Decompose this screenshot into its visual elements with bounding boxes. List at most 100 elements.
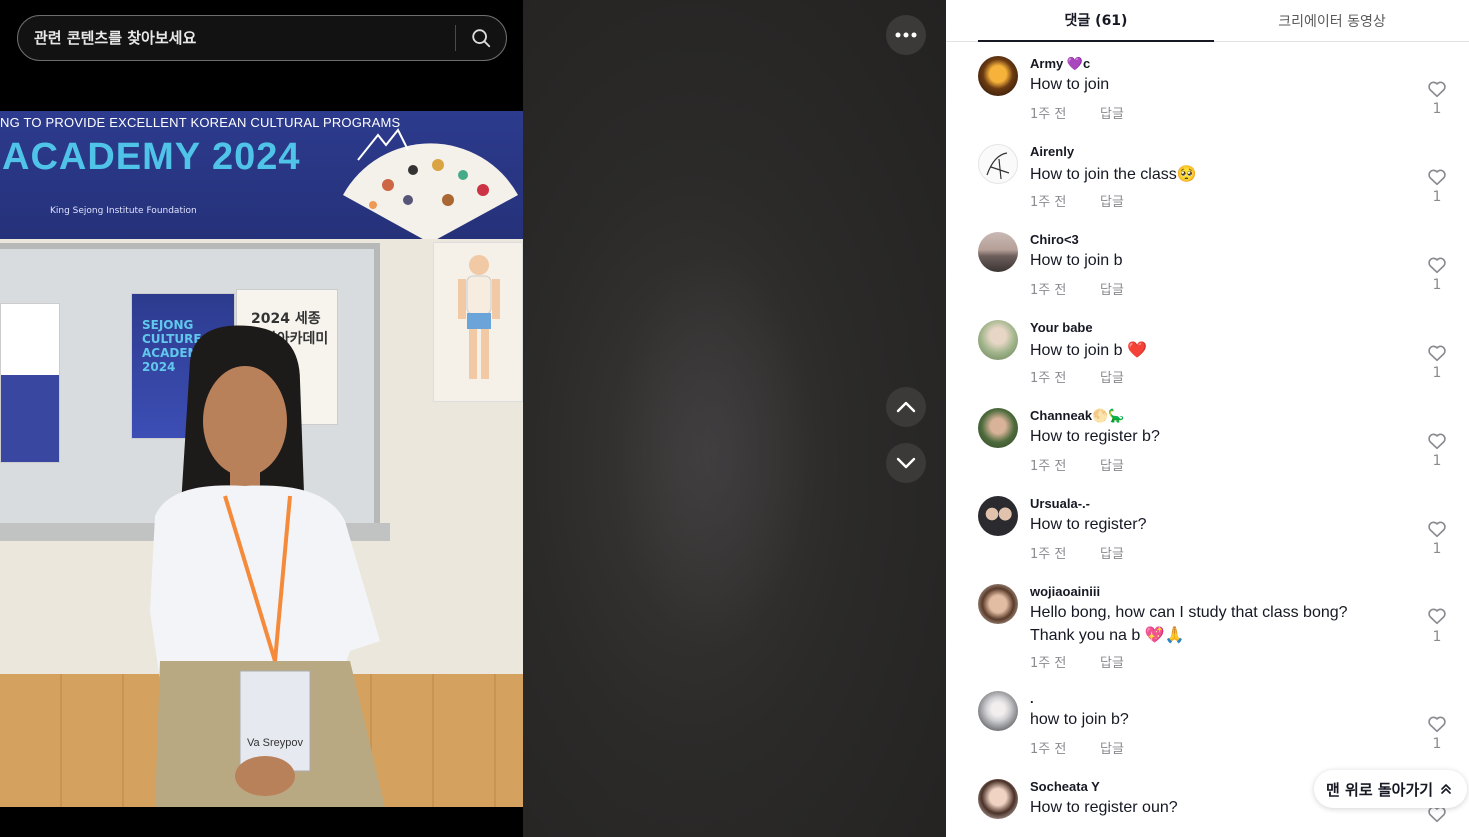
reply-button[interactable]: 답글	[1100, 455, 1124, 474]
comment-username[interactable]: wojiaoainiii	[1030, 584, 1100, 599]
reply-button[interactable]: 답글	[1100, 367, 1124, 386]
comment-time: 1주 전	[1030, 283, 1067, 298]
avatar[interactable]	[978, 496, 1018, 536]
comment-username[interactable]: .	[1030, 691, 1034, 706]
heart-icon[interactable]	[1426, 342, 1448, 364]
name-tag-text: Va Sreypov	[247, 737, 304, 749]
comment-text: How to register?	[1030, 516, 1147, 533]
avatar-sketch	[986, 152, 1010, 180]
comment-item: Ursuala-.- How to register? 1주 전 답글 1	[978, 496, 1468, 576]
heart-icon[interactable]	[1426, 254, 1448, 276]
video-area: NG TO PROVIDE EXCELLENT KOREAN CULTURAL …	[0, 0, 946, 837]
comment-time: 1주 전	[1030, 371, 1067, 386]
comment-text: How to register b?	[1030, 428, 1160, 445]
panel-tabs: 댓글 (61) 크리에이터 동영상	[946, 0, 1469, 42]
next-video-button[interactable]	[886, 443, 926, 483]
like-count: 1	[1432, 453, 1442, 469]
fan-illustration	[343, 128, 518, 243]
search-button[interactable]	[456, 16, 506, 60]
like-count: 1	[1432, 736, 1442, 752]
comment-time: 1주 전	[1030, 742, 1067, 757]
tab-comments[interactable]: 댓글 (61)	[978, 0, 1214, 42]
chevron-down-icon	[896, 457, 916, 469]
back-to-top-button[interactable]: 맨 위로 돌아가기	[1314, 770, 1468, 808]
anatomy-figure	[458, 255, 500, 379]
student-figure: Va Sreypov	[150, 325, 385, 807]
comment-item: Army 💜c How to join 1주 전 답글 1	[978, 56, 1468, 136]
avatar[interactable]	[978, 408, 1018, 448]
comments-panel: 댓글 (61) 크리에이터 동영상 Army 💜c How to join 1주…	[946, 0, 1469, 837]
like-count: 1	[1432, 629, 1442, 645]
banner-title: ACADEMY 2024	[2, 136, 301, 178]
like-count: 1	[1432, 365, 1442, 381]
reply-button[interactable]: 답글	[1100, 652, 1124, 671]
comment-time: 1주 전	[1030, 656, 1067, 671]
comment-username[interactable]: Socheata Y	[1030, 779, 1100, 794]
comment-username[interactable]: Airenly	[1030, 144, 1074, 159]
comment-meta: 1주 전 답글	[1030, 738, 1124, 757]
comment-username[interactable]: Channeak🌕🦕	[1030, 408, 1125, 424]
comment-meta: 1주 전 답글	[1030, 543, 1124, 562]
avatar[interactable]	[978, 56, 1018, 96]
blurred-backdrop	[523, 0, 946, 837]
like-count: 1	[1432, 189, 1442, 205]
reply-button[interactable]: 답글	[1100, 279, 1124, 298]
comment-item: Channeak🌕🦕 How to register b? 1주 전 답글 1	[978, 408, 1468, 488]
comment-username[interactable]: Army 💜c	[1030, 56, 1090, 72]
search-icon	[472, 29, 491, 48]
poster	[0, 303, 60, 463]
comment-text-line2: Thank you na b 💖🙏	[1030, 627, 1185, 644]
comment-text: How to join b ❤️	[1030, 342, 1147, 359]
avatar[interactable]	[978, 232, 1018, 272]
chevron-up-icon	[896, 401, 916, 413]
comment-item: wojiaoainiii Hello bong, how can I study…	[978, 584, 1468, 684]
like-count: 1	[1432, 541, 1442, 557]
comment-time: 1주 전	[1030, 195, 1067, 210]
comment-meta: 1주 전 답글	[1030, 652, 1124, 671]
comment-username[interactable]: Ursuala-.-	[1030, 496, 1090, 511]
comment-text: Hello bong, how can I study that class b…	[1030, 604, 1348, 621]
comment-meta: 1주 전 답글	[1030, 191, 1124, 210]
more-icon	[895, 32, 917, 38]
avatar[interactable]	[978, 144, 1018, 184]
heart-icon[interactable]	[1426, 605, 1448, 627]
app-root: NG TO PROVIDE EXCELLENT KOREAN CULTURAL …	[0, 0, 1469, 837]
more-options-button[interactable]	[886, 15, 926, 55]
anatomy-chart	[433, 242, 523, 402]
comment-time: 1주 전	[1030, 107, 1067, 122]
tab-creator-videos[interactable]: 크리에이터 동영상	[1214, 0, 1450, 42]
video-frame[interactable]: NG TO PROVIDE EXCELLENT KOREAN CULTURAL …	[0, 111, 523, 807]
reply-button[interactable]: 답글	[1100, 191, 1124, 210]
avatar[interactable]	[978, 584, 1018, 624]
search-input[interactable]	[18, 16, 455, 60]
comment-text: How to join	[1030, 76, 1110, 93]
avatar[interactable]	[978, 779, 1018, 819]
comment-item: Chiro<3 How to join b 1주 전 답글 1	[978, 232, 1468, 312]
comment-username[interactable]: Your babe	[1030, 320, 1093, 335]
comment-username[interactable]: Chiro<3	[1030, 232, 1079, 247]
heart-icon[interactable]	[1426, 713, 1448, 735]
heart-icon[interactable]	[1426, 518, 1448, 540]
comment-text: How to join the class🥺	[1030, 166, 1197, 183]
comment-item: . how to join b? 1주 전 답글 1	[978, 691, 1468, 771]
like-count: 1	[1432, 101, 1442, 117]
comment-item: Your babe How to join b ❤️ 1주 전 답글 1	[978, 320, 1468, 400]
comment-time: 1주 전	[1030, 459, 1067, 474]
heart-icon[interactable]	[1426, 166, 1448, 188]
back-to-top-label: 맨 위로 돌아가기	[1326, 780, 1434, 799]
comment-meta: 1주 전 답글	[1030, 279, 1124, 298]
photo-banner: NG TO PROVIDE EXCELLENT KOREAN CULTURAL …	[0, 111, 523, 243]
comment-text: How to register oun?	[1030, 799, 1178, 816]
reply-button[interactable]: 답글	[1100, 543, 1124, 562]
avatar[interactable]	[978, 691, 1018, 731]
avatar[interactable]	[978, 320, 1018, 360]
comment-text: How to join b	[1030, 252, 1123, 269]
like-count: 1	[1432, 277, 1442, 293]
heart-icon[interactable]	[1426, 430, 1448, 452]
heart-icon[interactable]	[1426, 78, 1448, 100]
double-chevron-up-icon	[1441, 784, 1451, 794]
reply-button[interactable]: 답글	[1100, 103, 1124, 122]
previous-video-button[interactable]	[886, 387, 926, 427]
reply-button[interactable]: 답글	[1100, 738, 1124, 757]
comment-meta: 1주 전 답글	[1030, 367, 1124, 386]
